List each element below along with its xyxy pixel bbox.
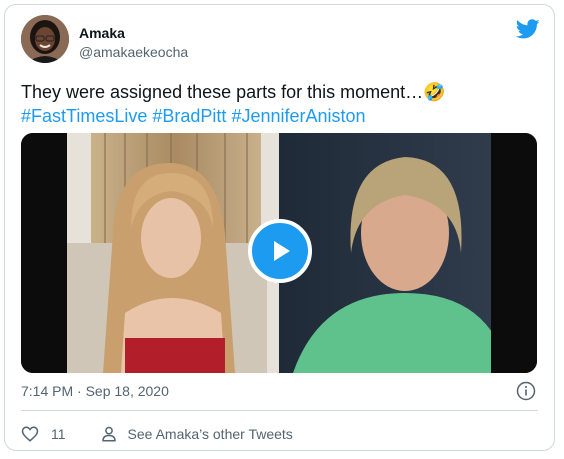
tweet-body: They were assigned these parts for this …: [21, 82, 424, 102]
person-icon: [101, 426, 116, 442]
video-player[interactable]: [21, 133, 537, 373]
tweet-text: They were assigned these parts for this …: [21, 80, 536, 128]
hashtag-fasttimeslive[interactable]: #FastTimesLive: [21, 106, 147, 126]
heart-icon: [21, 426, 39, 442]
rofl-emoji: 🤣: [423, 82, 446, 102]
twitter-bird-icon[interactable]: [516, 17, 540, 41]
tweet-card[interactable]: Amaka @amakaekeocha They were assigned t…: [4, 4, 555, 451]
see-other-tweets-link[interactable]: See Amaka’s other Tweets: [100, 425, 293, 443]
tweet-actions: 11 See Amaka’s other Tweets: [21, 424, 293, 444]
hashtag-bradpitt[interactable]: #BradPitt: [152, 106, 226, 126]
author-name[interactable]: Amaka: [79, 25, 125, 41]
author-handle[interactable]: @amakaekeocha: [79, 44, 188, 60]
tweet-timestamp[interactable]: 7:14 PM · Sep 18, 2020: [21, 383, 169, 399]
play-button[interactable]: [248, 219, 312, 283]
avatar[interactable]: [21, 15, 69, 63]
divider: [21, 410, 538, 411]
hashtag-jenniferaniston[interactable]: #JenniferAniston: [231, 106, 365, 126]
like-button[interactable]: 11: [21, 425, 66, 443]
like-count: 11: [51, 426, 66, 442]
play-icon: [274, 241, 290, 261]
info-icon[interactable]: [516, 381, 536, 401]
see-other-tweets-label: See Amaka’s other Tweets: [127, 426, 293, 442]
